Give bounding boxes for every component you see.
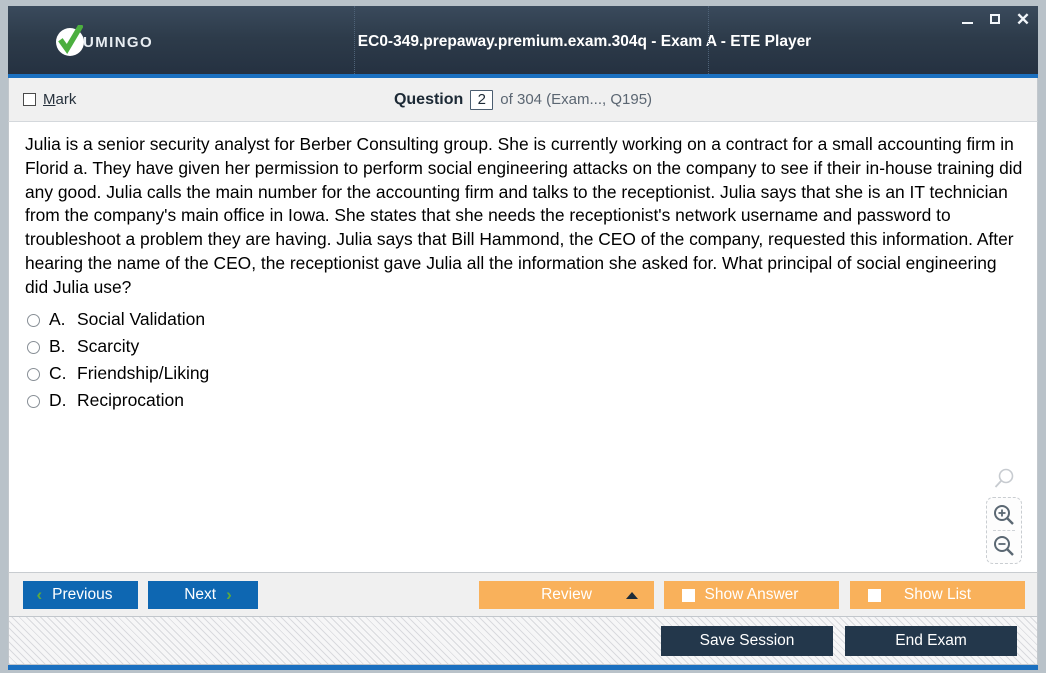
show-list-button[interactable]: Show List	[850, 580, 1025, 609]
question-text: Julia is a senior security analyst for B…	[25, 134, 1023, 297]
mark-label-rest: ark	[55, 91, 77, 108]
magnifier-plus-icon[interactable]	[991, 502, 1017, 528]
question-total-label: of 304 (Exam..., Q195)	[500, 91, 653, 108]
previous-button[interactable]: ‹ Previous	[23, 580, 138, 609]
zoom-controls	[983, 467, 1025, 564]
show-list-button-label: Show List	[903, 585, 972, 603]
show-answer-button[interactable]: Show Answer	[664, 580, 839, 609]
previous-button-label: Previous	[52, 585, 113, 603]
chevron-right-icon: ›	[226, 585, 232, 604]
maximize-button[interactable]	[986, 10, 1004, 28]
title-bar: UMINGO EC0-349.prepaway.premium.exam.304…	[8, 6, 1038, 78]
checkbox-square-icon	[868, 588, 881, 602]
answer-options-list: A. Social Validation B. Scarcity C. Frie…	[9, 300, 1037, 417]
answer-text: Social Validation	[77, 308, 206, 329]
answer-radio-b[interactable]	[27, 340, 40, 354]
answer-letter: D.	[49, 389, 67, 410]
question-content-panel: Julia is a senior security analyst for B…	[8, 122, 1038, 572]
zoom-button-group	[986, 497, 1022, 564]
answer-radio-a[interactable]	[27, 313, 40, 327]
answer-text: Scarcity	[77, 335, 140, 356]
titlebar-divider	[708, 6, 710, 74]
minimize-button[interactable]	[958, 10, 976, 28]
answer-option[interactable]: D. Reciprocation	[27, 390, 1037, 417]
question-counter: Question 2 of 304 (Exam..., Q195)	[9, 89, 1037, 110]
zoom-divider	[993, 530, 1015, 531]
magnifier-icon[interactable]	[991, 467, 1017, 493]
next-button[interactable]: Next ›	[148, 580, 258, 609]
mark-checkbox[interactable]	[23, 93, 36, 106]
checkmark-circle-icon	[56, 25, 84, 56]
answer-letter: B.	[49, 335, 66, 356]
ete-player-window: UMINGO EC0-349.prepaway.premium.exam.304…	[0, 0, 1046, 673]
answer-text: Friendship/Liking	[77, 362, 210, 383]
chevron-left-icon: ‹	[36, 585, 43, 604]
window-title: EC0-349.prepaway.premium.exam.304q - Exa…	[357, 33, 812, 50]
close-button[interactable]: ✕	[1014, 10, 1032, 28]
window-controls: ✕	[958, 10, 1032, 28]
vumingo-logo: UMINGO	[56, 25, 154, 56]
end-exam-button[interactable]: End Exam	[845, 625, 1017, 656]
question-header-bar: Mark Question 2 of 304 (Exam..., Q195)	[8, 78, 1038, 122]
show-answer-button-label: Show Answer	[704, 585, 799, 603]
answer-radio-d[interactable]	[27, 394, 40, 408]
answer-text: Reciprocation	[77, 389, 184, 410]
mark-accel: M	[43, 91, 56, 108]
answer-letter: A.	[49, 308, 66, 329]
navigation-toolbar: ‹ Previous Next › Review Show Answer Sho…	[8, 572, 1038, 617]
review-button-label: Review	[541, 585, 592, 603]
mark-label: Mark	[43, 91, 76, 108]
window-title-area: EC0-349.prepaway.premium.exam.304q - Exa…	[355, 6, 1038, 78]
checkbox-square-icon	[682, 588, 695, 602]
caret-up-icon	[626, 591, 638, 599]
question-word: Question	[393, 90, 464, 108]
mark-checkbox-group[interactable]: Mark	[23, 91, 76, 108]
save-session-button[interactable]: Save Session	[661, 625, 833, 656]
review-button[interactable]: Review	[479, 580, 654, 609]
magnifier-minus-icon[interactable]	[991, 533, 1017, 559]
brand-name: UMINGO	[83, 33, 154, 51]
answer-option[interactable]: C. Friendship/Liking	[27, 363, 1037, 390]
next-button-label: Next	[184, 585, 217, 603]
answer-option[interactable]: A. Social Validation	[27, 309, 1037, 336]
answer-option[interactable]: B. Scarcity	[27, 336, 1037, 363]
status-bar: Save Session End Exam	[8, 617, 1038, 665]
answer-radio-c[interactable]	[27, 367, 40, 381]
answer-letter: C.	[49, 362, 67, 383]
brand-logo-area: UMINGO	[8, 6, 355, 78]
question-number-box[interactable]: 2	[470, 89, 494, 110]
